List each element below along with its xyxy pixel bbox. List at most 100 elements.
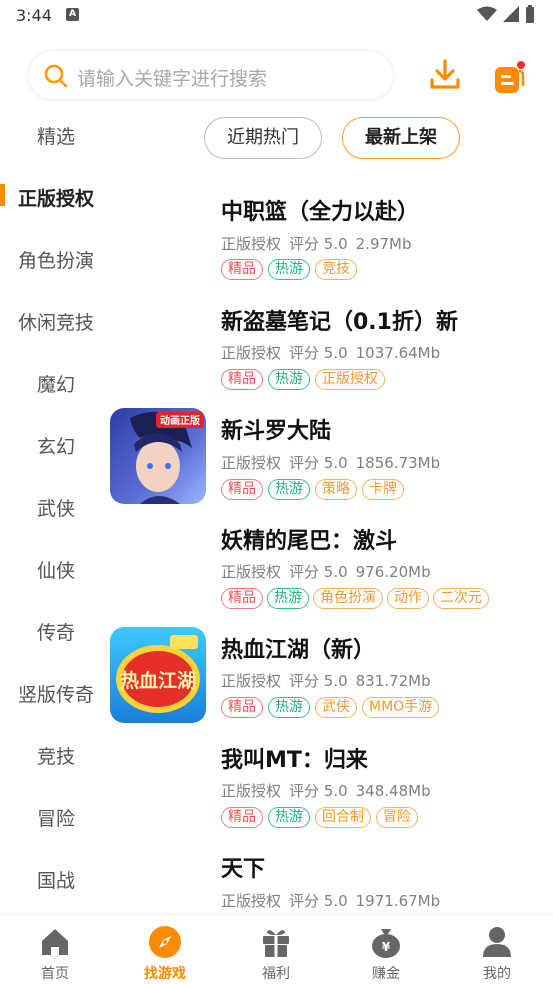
sidebar-item-wuxia[interactable]: 武侠 <box>0 490 110 530</box>
tag: 武侠 <box>315 697 357 718</box>
game-source: 正版授权 <box>221 235 282 253</box>
game-meta: 正版授权 评分 5.0 1971.67Mb <box>221 890 448 911</box>
game-name: 热血江湖（新） <box>221 638 376 663</box>
game-rating: 评分 5.0 <box>289 892 348 910</box>
sidebar-item-label: 正版授权 <box>18 188 95 210</box>
sidebar-item-magic[interactable]: 魔幻 <box>0 366 110 406</box>
game-icon-image: 动画正版 <box>110 408 206 504</box>
tag: 卡牌 <box>362 479 404 500</box>
game-meta: 正版授权 评分 5.0 976.20Mb <box>221 561 439 582</box>
game-name: 新盗墓笔记（0.1折）新 <box>221 310 458 335</box>
game-name: 妖精的尾巴：激斗 <box>221 529 398 554</box>
gift-icon <box>263 930 289 957</box>
status-time: 3:44 <box>16 6 52 25</box>
sidebar-item-xianxia[interactable]: 仙侠 <box>0 552 110 592</box>
game-size: 2.97Mb <box>355 235 412 253</box>
notification-icon: A <box>66 8 79 21</box>
game-source: 正版授权 <box>221 782 282 800</box>
filter-recent-hot-button[interactable]: 近期热门 <box>204 117 322 159</box>
tag: 冒险 <box>376 807 418 828</box>
svg-text:热血江湖: 热血江湖 <box>120 669 196 692</box>
download-icon[interactable] <box>428 58 462 92</box>
game-meta: 正版授权 评分 5.0 831.72Mb <box>221 670 439 691</box>
game-tags: 精品 热游 武侠 MMO手游 <box>221 697 440 718</box>
status-icons <box>477 5 535 23</box>
status-bar: 3:44 A <box>0 0 553 32</box>
bottom-tab-bar: 首页 找游戏 福利 ¥ 赚金 我的 <box>0 914 553 984</box>
sidebar-item-label: 魔幻 <box>37 374 76 396</box>
sidebar-item-label: 仙侠 <box>37 560 76 582</box>
filter-newest-button[interactable]: 最新上架 <box>342 117 460 159</box>
sidebar-item-adventure[interactable]: 冒险 <box>0 800 110 840</box>
game-size: 831.72Mb <box>355 672 431 690</box>
game-name: 新斗罗大陆 <box>221 419 332 444</box>
game-name: 天下 <box>221 857 266 882</box>
game-rating: 评分 5.0 <box>289 782 348 800</box>
sidebar-item-competitive[interactable]: 竞技 <box>0 738 110 778</box>
tab-label: 赚金 <box>372 966 400 982</box>
game-size: 976.20Mb <box>355 563 431 581</box>
tab-find-games[interactable]: 找游戏 <box>110 915 220 984</box>
sidebar-item-label: 休闲竞技 <box>18 312 95 334</box>
tag: 角色扮演 <box>313 588 383 609</box>
game-size: 1037.64Mb <box>355 344 441 362</box>
game-name: 我叫MT：归来 <box>221 748 368 773</box>
tab-welfare[interactable]: 福利 <box>221 915 331 984</box>
tab-label: 福利 <box>262 966 290 982</box>
sidebar-item-label: 冒险 <box>37 808 76 830</box>
sidebar-item-label: 传奇 <box>37 622 76 644</box>
sidebar-item-label: 武侠 <box>37 498 76 520</box>
search-icon <box>44 64 68 88</box>
tag: 热游 <box>268 479 310 500</box>
home-icon <box>42 929 68 955</box>
tab-label: 首页 <box>41 966 69 982</box>
tab-mine[interactable]: 我的 <box>442 915 552 984</box>
sidebar-item-rpg[interactable]: 角色扮演 <box>0 242 110 282</box>
tab-label: 我的 <box>483 966 511 982</box>
sidebar-item-label: 玄幻 <box>37 436 76 458</box>
game-size: 1971.67Mb <box>355 892 441 910</box>
tag: 动作 <box>387 588 429 609</box>
game-rating: 评分 5.0 <box>289 672 348 690</box>
sidebar-item-casual[interactable]: 休闲竞技 <box>0 304 110 344</box>
tag: 热游 <box>268 807 310 828</box>
sidebar-item-vertical-legend[interactable]: 竖版传奇 <box>0 676 110 716</box>
tag: 正版授权 <box>315 369 385 390</box>
sidebar-item-label: 竖版传奇 <box>18 684 95 706</box>
game-rating: 评分 5.0 <box>289 454 348 472</box>
sidebar-item-label: 精选 <box>37 126 76 148</box>
tag: 回合制 <box>315 807 371 828</box>
sidebar-item-featured[interactable]: 精选 <box>0 118 110 158</box>
sidebar-item-label: 竞技 <box>37 746 76 768</box>
tag: 精品 <box>221 697 263 718</box>
game-source: 正版授权 <box>221 892 282 910</box>
tag: 精品 <box>221 259 263 280</box>
tag: 精品 <box>221 369 263 390</box>
tag: 热游 <box>268 697 310 718</box>
game-size: 1856.73Mb <box>355 454 441 472</box>
signal-icon <box>503 6 519 22</box>
sidebar-item-licensed[interactable]: 正版授权 <box>0 180 110 220</box>
search-bar[interactable]: 请输入关键字进行搜索 <box>28 50 394 100</box>
user-icon <box>483 927 511 957</box>
battery-icon <box>526 5 534 23</box>
game-meta: 正版授权 评分 5.0 348.48Mb <box>221 780 439 801</box>
sidebar-item-fantasy[interactable]: 玄幻 <box>0 428 110 468</box>
game-size: 348.48Mb <box>355 782 431 800</box>
tag: 精品 <box>221 479 263 500</box>
sidebar-item-nation-war[interactable]: 国战 <box>0 862 110 902</box>
tab-earn[interactable]: ¥ 赚金 <box>331 915 441 984</box>
rexue-jianghu-artwork: 热血江湖 <box>110 627 206 723</box>
game-source: 正版授权 <box>221 672 282 690</box>
tab-home[interactable]: 首页 <box>0 915 110 984</box>
svg-text:动画正版: 动画正版 <box>160 414 200 427</box>
tag: 精品 <box>221 807 263 828</box>
message-icon[interactable] <box>492 58 526 96</box>
game-source: 正版授权 <box>221 563 282 581</box>
tag: 二次元 <box>433 588 489 609</box>
game-source: 正版授权 <box>221 344 282 362</box>
game-tags: 精品 热游 策略 卡牌 <box>221 479 404 500</box>
tag: 热游 <box>268 259 310 280</box>
sidebar-item-legend[interactable]: 传奇 <box>0 614 110 654</box>
tag: 策略 <box>315 479 357 500</box>
